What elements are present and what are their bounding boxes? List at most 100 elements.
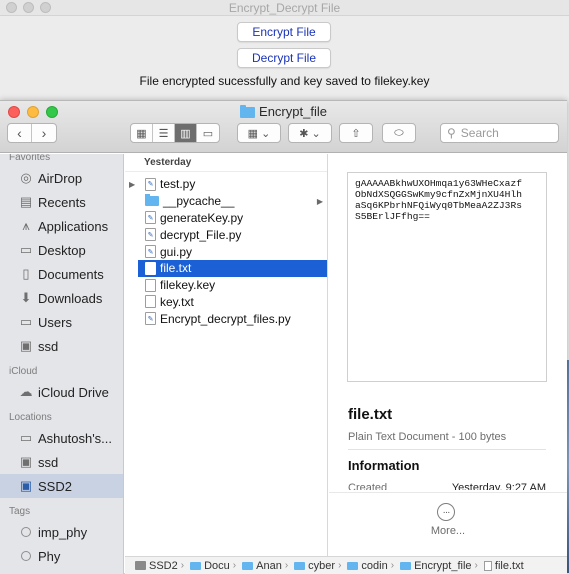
file-row-key-txt[interactable]: key.txt <box>125 294 327 311</box>
columns-icon: ▥ <box>180 127 191 140</box>
forward-button[interactable]: › <box>32 124 56 142</box>
tk-window-controls <box>6 2 51 13</box>
sidebar-item-airdrop[interactable]: ◎ AirDrop <box>0 166 123 190</box>
sidebar-item-recents[interactable]: ▤ Recents <box>0 190 123 214</box>
sidebar-item-computer[interactable]: ▭ Ashutosh's... <box>0 426 123 450</box>
chevron-right-icon: › <box>284 560 289 571</box>
gallery-view-button[interactable]: ▭ <box>197 124 219 142</box>
path-crumb-label: Anan <box>256 559 282 572</box>
python-file-icon <box>145 245 156 259</box>
encrypt-file-button[interactable]: Encrypt File <box>237 22 331 42</box>
sidebar-item-icloud-drive[interactable]: ☁ iCloud Drive <box>0 380 123 404</box>
sidebar-item-tag-phy[interactable]: Phy <box>0 544 123 568</box>
share-icon: ⇧ <box>351 127 361 140</box>
path-crumb[interactable]: › codin <box>335 560 388 572</box>
file-name: decrypt_File.py <box>160 227 242 242</box>
share-button[interactable]: ⇧ <box>339 123 373 143</box>
back-button[interactable]: ‹ <box>8 124 32 142</box>
minimize-icon[interactable] <box>23 2 34 13</box>
path-crumb[interactable]: › cyber <box>282 560 335 572</box>
path-crumb-label: Docu <box>204 559 230 572</box>
file-row-gui-py[interactable]: gui.py <box>125 243 327 260</box>
tags-button[interactable]: ⬭ <box>382 123 416 143</box>
file-row-filekey-key[interactable]: filekey.key <box>125 277 327 294</box>
downloads-icon: ⬇ <box>20 290 32 305</box>
sidebar-item-ssd2[interactable]: ▣ SSD2 <box>0 474 123 498</box>
path-crumb-label: Encrypt_file <box>414 559 472 572</box>
file-row-encrypt-decrypt-files-py[interactable]: Encrypt_decrypt_files.py <box>125 310 327 327</box>
computer-icon: ▭ <box>19 430 33 445</box>
decrypt-file-button[interactable]: Decrypt File <box>237 48 331 68</box>
sidebar-item-label: SSD2 <box>38 478 72 494</box>
finder-toolbar: Encrypt_file ‹ › ▦ ☰ ▥ ▭ ▦ ⌄ ✱ ⌄ ⇧ ⬭ ⚲ S… <box>0 101 567 153</box>
path-crumb[interactable]: SSD2 <box>135 560 178 572</box>
file-row-file-txt[interactable]: file.txt <box>138 259 327 277</box>
created-row: Created Yesterday, 9:27 AM <box>348 482 546 490</box>
more-icon[interactable]: ··· <box>437 503 455 521</box>
path-crumb[interactable]: › file.txt <box>472 560 524 572</box>
group-by-button[interactable]: ▦ ⌄ <box>237 123 281 143</box>
tk-window-title: Encrypt_Decrypt File <box>228 1 341 15</box>
sidebar-item-applications[interactable]: ⩚ Applications <box>0 214 123 238</box>
path-bar: SSD2 › Docu › Anan › cyber › codin › Encrypt_… <box>125 556 567 574</box>
python-file-icon <box>145 177 156 191</box>
column-view-button[interactable]: ▥ <box>175 124 197 142</box>
folder-icon <box>242 561 254 570</box>
path-crumb-label: SSD2 <box>149 559 178 572</box>
file-row-pycache[interactable]: __pycache__ ▶ <box>125 193 327 210</box>
disk-icon: ▣ <box>19 454 33 469</box>
tag-dot-icon <box>18 525 34 539</box>
preview-file-name: file.txt <box>348 406 393 423</box>
chevron-right-icon: › <box>180 560 185 571</box>
sidebar-item-tag-imp-phy[interactable]: imp_phy <box>0 520 123 544</box>
file-name: filekey.key <box>160 278 216 293</box>
path-crumb[interactable]: › Docu <box>178 560 230 572</box>
folder-icon <box>347 561 359 570</box>
path-crumb[interactable]: › Encrypt_file <box>388 560 472 572</box>
python-file-icon <box>145 312 156 326</box>
disk-icon: ▣ <box>19 338 33 353</box>
path-crumb[interactable]: › Anan <box>230 560 282 572</box>
sidebar-item-label: AirDrop <box>38 170 83 186</box>
search-input[interactable]: ⚲ Search <box>440 123 559 143</box>
created-label: Created <box>348 482 388 490</box>
folder-icon <box>190 561 202 570</box>
gallery-icon: ▭ <box>202 127 214 140</box>
sidebar-item-ssd[interactable]: ▣ ssd <box>0 334 123 358</box>
disclosure-triangle-icon[interactable]: ▶ <box>129 180 135 189</box>
back-forward-control: ‹ › <box>7 123 57 143</box>
airdrop-icon: ◎ <box>20 170 32 185</box>
search-placeholder: Search <box>460 126 499 140</box>
sidebar-item-ssd-location[interactable]: ▣ ssd <box>0 450 123 474</box>
sidebar-item-users[interactable]: ▭ Users <box>0 310 123 334</box>
disk-icon <box>135 561 146 570</box>
sidebar-item-desktop[interactable]: ▭ Desktop <box>0 238 123 262</box>
sidebar-item-documents[interactable]: ▯ Documents <box>0 262 123 286</box>
file-row-decrypt-file-py[interactable]: decrypt_File.py <box>125 226 327 243</box>
documents-icon: ▯ <box>22 266 30 281</box>
more-button[interactable]: More... <box>329 525 567 537</box>
icon-view-button[interactable]: ▦ <box>131 124 153 142</box>
sidebar-item-label: ssd <box>38 338 59 354</box>
list-view-button[interactable]: ☰ <box>153 124 175 142</box>
sidebar-item-downloads[interactable]: ⬇ Downloads <box>0 286 123 310</box>
folder-icon <box>240 104 256 118</box>
sidebar-item-label: ssd <box>38 454 59 470</box>
python-file-icon <box>145 228 156 242</box>
zoom-icon[interactable] <box>40 2 51 13</box>
sidebar-item-label: Documents <box>38 266 104 282</box>
file-name: __pycache__ <box>163 194 235 209</box>
applications-icon: ⩚ <box>22 218 30 233</box>
action-menu-button[interactable]: ✱ ⌄ <box>288 123 332 143</box>
file-row-generatekey-py[interactable]: generateKey.py <box>125 210 327 227</box>
grid-icon: ▦ <box>136 127 147 140</box>
sidebar-item-label: Recents <box>38 194 86 210</box>
chevron-right-icon: › <box>232 560 237 571</box>
sidebar-header-tags: Tags <box>9 506 31 517</box>
finder-window: Encrypt_file ‹ › ▦ ☰ ▥ ▭ ▦ ⌄ ✱ ⌄ ⇧ ⬭ ⚲ S… <box>0 100 567 574</box>
created-value: Yesterday, 9:27 AM <box>451 482 546 490</box>
file-row-test-py[interactable]: ▶ test.py <box>125 176 327 193</box>
path-crumb-label: codin <box>361 559 388 572</box>
close-icon[interactable] <box>6 2 17 13</box>
file-list-column: Yesterday ▶ test.py __pycache__ ▶ genera… <box>125 154 328 556</box>
